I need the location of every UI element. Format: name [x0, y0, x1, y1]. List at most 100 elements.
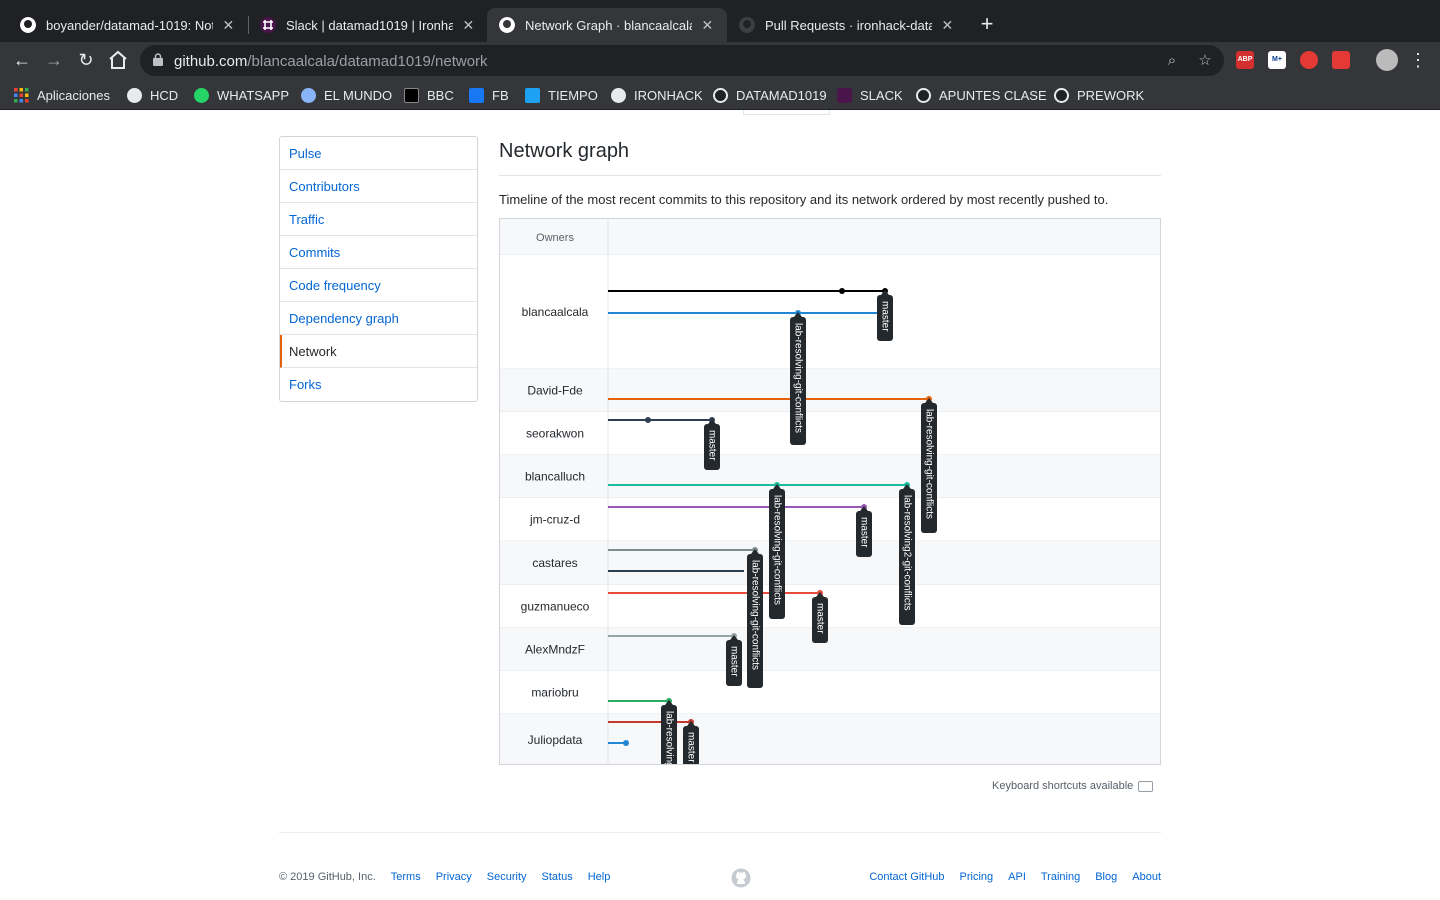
address-bar[interactable]: github.com/blancaalcala/datamad1019/netw… — [140, 45, 1224, 76]
footer-link-terms[interactable]: Terms — [391, 871, 421, 883]
insights-sidebar: Pulse Contributors Traffic Commits Code … — [279, 136, 478, 402]
bookmark-label: FB — [492, 87, 509, 103]
footer-link-pricing[interactable]: Pricing — [960, 871, 994, 883]
bookmark-fb[interactable]: FB — [469, 84, 509, 106]
bookmark-tiempo[interactable]: TIEMPO — [525, 84, 598, 106]
bookmark-label: IRONHACK — [634, 87, 703, 103]
sidebar-item-code-frequency[interactable]: Code frequency — [280, 269, 477, 302]
tab-title: Slack | datamad1019 | Ironhack — [286, 17, 453, 33]
graph-header-bar — [500, 219, 1160, 255]
commit-dot — [623, 740, 629, 746]
browser-tab[interactable]: Slack | datamad1019 | Ironhack ✕ — [248, 8, 488, 42]
branch-label: master — [858, 517, 869, 548]
bookmark-slack[interactable]: SLACK — [837, 84, 903, 106]
mega-extension-icon[interactable] — [1332, 51, 1350, 69]
network-graph[interactable]: Owners blancaalcala David-Fde seorakwon blan… — [499, 218, 1161, 765]
back-arrow-icon[interactable]: ← — [10, 48, 34, 72]
commit-dot — [839, 288, 845, 294]
footer-link-training[interactable]: Training — [1041, 871, 1080, 883]
footer-link-blog[interactable]: Blog — [1095, 871, 1117, 883]
close-tab-icon[interactable]: ✕ — [461, 17, 476, 34]
footer-link-contact[interactable]: Contact GitHub — [869, 871, 944, 883]
url-host: github.com — [174, 53, 248, 70]
browser-toolbar: ← → ↻ github.com/blancaalcala/datamad101… — [0, 42, 1440, 79]
forward-arrow-icon[interactable]: → — [42, 48, 66, 72]
bookmark-datamad1019[interactable]: DATAMAD1019 — [713, 84, 827, 106]
page-title: Network graph — [499, 140, 1161, 176]
footer-link-security[interactable]: Security — [487, 871, 527, 883]
bookmark-hcd[interactable]: HCD — [127, 84, 178, 106]
bookmark-apuntes-clase[interactable]: APUNTES CLASE — [916, 84, 1047, 106]
footer-link-privacy[interactable]: Privacy — [436, 871, 472, 883]
bookmark-bbc[interactable]: BBC — [404, 84, 454, 106]
url-text: github.com/blancaalcala/datamad1019/netw… — [174, 53, 488, 70]
close-tab-icon[interactable]: ✕ — [221, 17, 236, 34]
more-menu-icon[interactable]: ⋮ — [1406, 48, 1430, 72]
bookmark-apps[interactable]: Aplicaciones — [14, 84, 110, 106]
close-tab-icon[interactable]: ✕ — [940, 17, 955, 34]
repo-nav-underline — [0, 110, 1440, 116]
keyboard-icon — [1138, 780, 1154, 792]
bookmark-label: TIEMPO — [548, 87, 598, 103]
movistar-extension-icon[interactable]: M+ — [1268, 51, 1286, 69]
profile-avatar[interactable] — [1376, 49, 1398, 71]
branch-label: lab-resolving-git-conflicts — [749, 560, 760, 670]
owner-row-bg — [500, 369, 1160, 412]
owners-header: Owners — [536, 232, 574, 244]
footer-left: © 2019 GitHub, Inc. Terms Privacy Securi… — [279, 871, 625, 883]
owner-row-bg — [500, 541, 1160, 585]
bookmark-ironhack[interactable]: IRONHACK — [611, 84, 703, 106]
browser-tab[interactable]: boyander/datamad-1019: Notas ✕ — [8, 8, 248, 42]
footer-copyright: © 2019 GitHub, Inc. — [279, 871, 376, 883]
branch-label: lab-resolving-git-conflicts — [792, 323, 803, 433]
browser-tab-active[interactable]: Network Graph · blancaalcala/d ✕ — [487, 8, 727, 42]
close-tab-icon[interactable]: ✕ — [700, 17, 715, 34]
adblock-extension-icon[interactable]: ABP — [1236, 51, 1254, 69]
bookmark-label: SLACK — [860, 87, 903, 103]
owner-name: Juliopdata — [528, 733, 583, 747]
bookmark-whatsapp[interactable]: WHATSAPP — [194, 84, 289, 106]
reload-icon[interactable]: ↻ — [74, 48, 98, 72]
bookmark-label: DATAMAD1019 — [736, 87, 827, 103]
github-icon — [499, 17, 515, 33]
globe-icon — [127, 87, 142, 103]
globe-icon — [301, 87, 316, 103]
branch-label: master — [685, 732, 696, 763]
footer-link-api[interactable]: API — [1008, 871, 1026, 883]
branch-label: master — [706, 430, 717, 461]
slack-icon — [260, 17, 276, 33]
owner-name: blancalluch — [525, 470, 585, 484]
github-logo-icon[interactable] — [731, 868, 751, 888]
bookmark-prework[interactable]: PREWORK — [1054, 84, 1144, 106]
sidebar-item-network[interactable]: Network — [280, 335, 477, 368]
keyboard-shortcuts-note[interactable]: Keyboard shortcuts available — [992, 780, 1154, 792]
owner-row-bg — [500, 412, 1160, 455]
owner-row-bg — [500, 455, 1160, 498]
footer-link-status[interactable]: Status — [542, 871, 573, 883]
new-tab-button[interactable]: + — [976, 13, 998, 35]
owner-name: castares — [532, 556, 577, 570]
bookmark-el-mundo[interactable]: EL MUNDO — [301, 84, 392, 106]
owner-name: seorakwon — [526, 427, 584, 441]
star-icon[interactable]: ☆ — [1196, 52, 1214, 70]
bookmark-label: BBC — [427, 87, 454, 103]
sidebar-item-contributors[interactable]: Contributors — [280, 170, 477, 203]
home-icon[interactable] — [106, 48, 130, 72]
footer-link-about[interactable]: About — [1132, 871, 1161, 883]
footer-link-help[interactable]: Help — [588, 871, 611, 883]
sidebar-item-dependency-graph[interactable]: Dependency graph — [280, 302, 477, 335]
sidebar-item-traffic[interactable]: Traffic — [280, 203, 477, 236]
branch-label: lab-resolving-git-conflicts — [771, 495, 782, 605]
sidebar-item-commits[interactable]: Commits — [280, 236, 477, 269]
hand-extension-icon[interactable] — [1300, 51, 1318, 69]
commit-dot — [645, 417, 651, 423]
branch-label: master — [728, 646, 739, 677]
sidebar-item-forks[interactable]: Forks — [280, 368, 477, 401]
network-graph-canvas[interactable]: Owners blancaalcala David-Fde seorakwon blan… — [500, 219, 1161, 765]
keyboard-shortcuts-label: Keyboard shortcuts available — [992, 780, 1134, 792]
owner-row-bg — [500, 585, 1160, 628]
owner-name: mariobru — [531, 686, 578, 700]
browser-tab[interactable]: Pull Requests · ironhack-datalab ✕ — [727, 8, 967, 42]
sidebar-item-pulse[interactable]: Pulse — [280, 137, 477, 170]
zoom-icon[interactable]: ⌕ — [1163, 52, 1181, 70]
